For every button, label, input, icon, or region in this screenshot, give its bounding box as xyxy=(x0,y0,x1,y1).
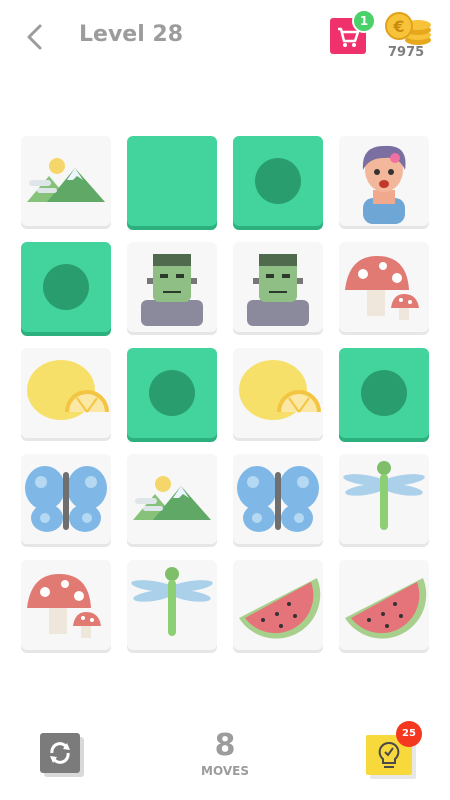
zombie-girl-icon xyxy=(362,145,406,224)
card-butterfly[interactable] xyxy=(21,454,111,544)
back-arrow-icon[interactable] xyxy=(20,20,50,54)
hint-count-badge: 25 xyxy=(396,721,422,747)
watermelon-icon xyxy=(345,578,427,639)
lemon-icon xyxy=(239,360,321,420)
card-watermelon[interactable] xyxy=(233,560,323,650)
empty-slot-icon xyxy=(43,264,89,310)
moves-label: MOVES xyxy=(201,764,249,778)
card-revealed-empty[interactable] xyxy=(339,348,429,438)
mountains-icon xyxy=(27,158,105,202)
watermelon-icon xyxy=(239,578,321,639)
card-revealed-empty[interactable] xyxy=(233,136,323,226)
card-frankenstein[interactable] xyxy=(233,242,323,332)
mushroom-icon xyxy=(345,256,419,320)
card-mountains[interactable] xyxy=(127,454,217,544)
lemon-icon xyxy=(27,360,109,420)
dragonfly-icon xyxy=(343,461,425,530)
card-butterfly[interactable] xyxy=(233,454,323,544)
card-dragonfly[interactable] xyxy=(127,560,217,650)
frankenstein-icon xyxy=(141,254,203,326)
card-revealed-empty[interactable] xyxy=(127,348,217,438)
card-mushroom[interactable] xyxy=(21,560,111,650)
card-lemon[interactable] xyxy=(233,348,323,438)
card-mushroom[interactable] xyxy=(339,242,429,332)
card-revealed[interactable] xyxy=(127,136,217,226)
card-frankenstein[interactable] xyxy=(127,242,217,332)
card-zombie-girl[interactable] xyxy=(339,136,429,226)
empty-slot-icon xyxy=(255,158,301,204)
mushroom-icon xyxy=(27,574,101,638)
card-lemon[interactable] xyxy=(21,348,111,438)
mountains-icon xyxy=(133,476,211,520)
level-title: Level 28 xyxy=(79,22,184,47)
moves-count: 8 xyxy=(214,728,236,763)
frankenstein-icon xyxy=(247,254,309,326)
card-revealed-empty[interactable] xyxy=(21,242,111,332)
empty-slot-icon xyxy=(361,370,407,416)
card-dragonfly[interactable] xyxy=(339,454,429,544)
coins-count: 7975 xyxy=(388,45,425,60)
cart-badge: 1 xyxy=(352,9,376,33)
svg-text:€: € xyxy=(392,17,404,36)
card-watermelon[interactable] xyxy=(339,560,429,650)
empty-slot-icon xyxy=(149,370,195,416)
dragonfly-icon xyxy=(131,567,213,636)
restart-button[interactable] xyxy=(40,733,84,777)
butterfly-icon xyxy=(237,466,319,532)
butterfly-icon xyxy=(25,466,107,532)
coins-icon: € xyxy=(385,12,431,45)
card-mountains[interactable] xyxy=(21,136,111,226)
